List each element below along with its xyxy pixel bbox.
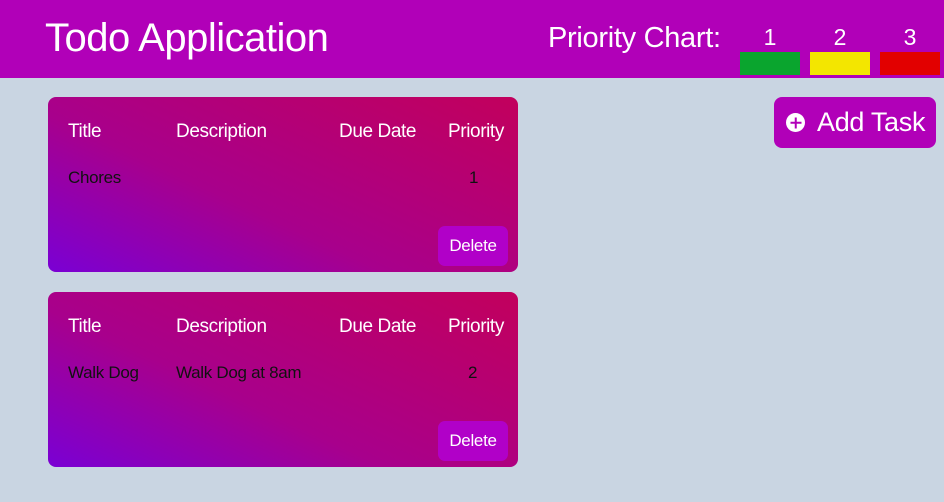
column-header-title: Title: [68, 316, 102, 337]
priority-chart-item-1: 1: [740, 22, 800, 75]
column-header-due-date: Due Date: [339, 316, 417, 337]
app-header: Todo Application Priority Chart: 1 2 3: [0, 0, 944, 78]
column-header-title: Title: [68, 121, 102, 142]
task-card: Title Description Due Date Priority Chor…: [48, 97, 518, 272]
priority-swatch-green: [740, 52, 800, 75]
task-title: Chores: [68, 168, 122, 187]
priority-swatch-red: [880, 52, 940, 75]
priority-chart-item-2: 2: [810, 22, 870, 75]
task-description: Walk Dog at 8am: [176, 363, 302, 382]
app-title: Todo Application: [45, 16, 329, 60]
priority-chart-label: Priority Chart:: [548, 22, 721, 54]
add-task-label: Add Task: [817, 107, 926, 137]
column-header-priority: Priority: [448, 316, 504, 337]
priority-chart-item-3: 3: [880, 22, 940, 75]
delete-button[interactable]: Delete: [438, 226, 508, 266]
task-priority: 1: [469, 168, 479, 187]
priority-swatch-yellow: [810, 52, 870, 75]
delete-button[interactable]: Delete: [438, 421, 508, 461]
column-header-due-date: Due Date: [339, 121, 417, 142]
column-header-description: Description: [176, 121, 267, 142]
column-header-description: Description: [176, 316, 267, 337]
priority-chart-number: 2: [833, 24, 847, 50]
priority-chart-number: 1: [763, 24, 777, 50]
task-title: Walk Dog: [68, 363, 139, 382]
column-header-priority: Priority: [448, 121, 504, 142]
task-card: Title Description Due Date Priority Walk…: [48, 292, 518, 467]
plus-circle-icon: [786, 113, 805, 132]
priority-chart-number: 3: [903, 24, 917, 50]
task-priority: 2: [468, 363, 478, 382]
add-task-button[interactable]: Add Task: [774, 97, 936, 148]
